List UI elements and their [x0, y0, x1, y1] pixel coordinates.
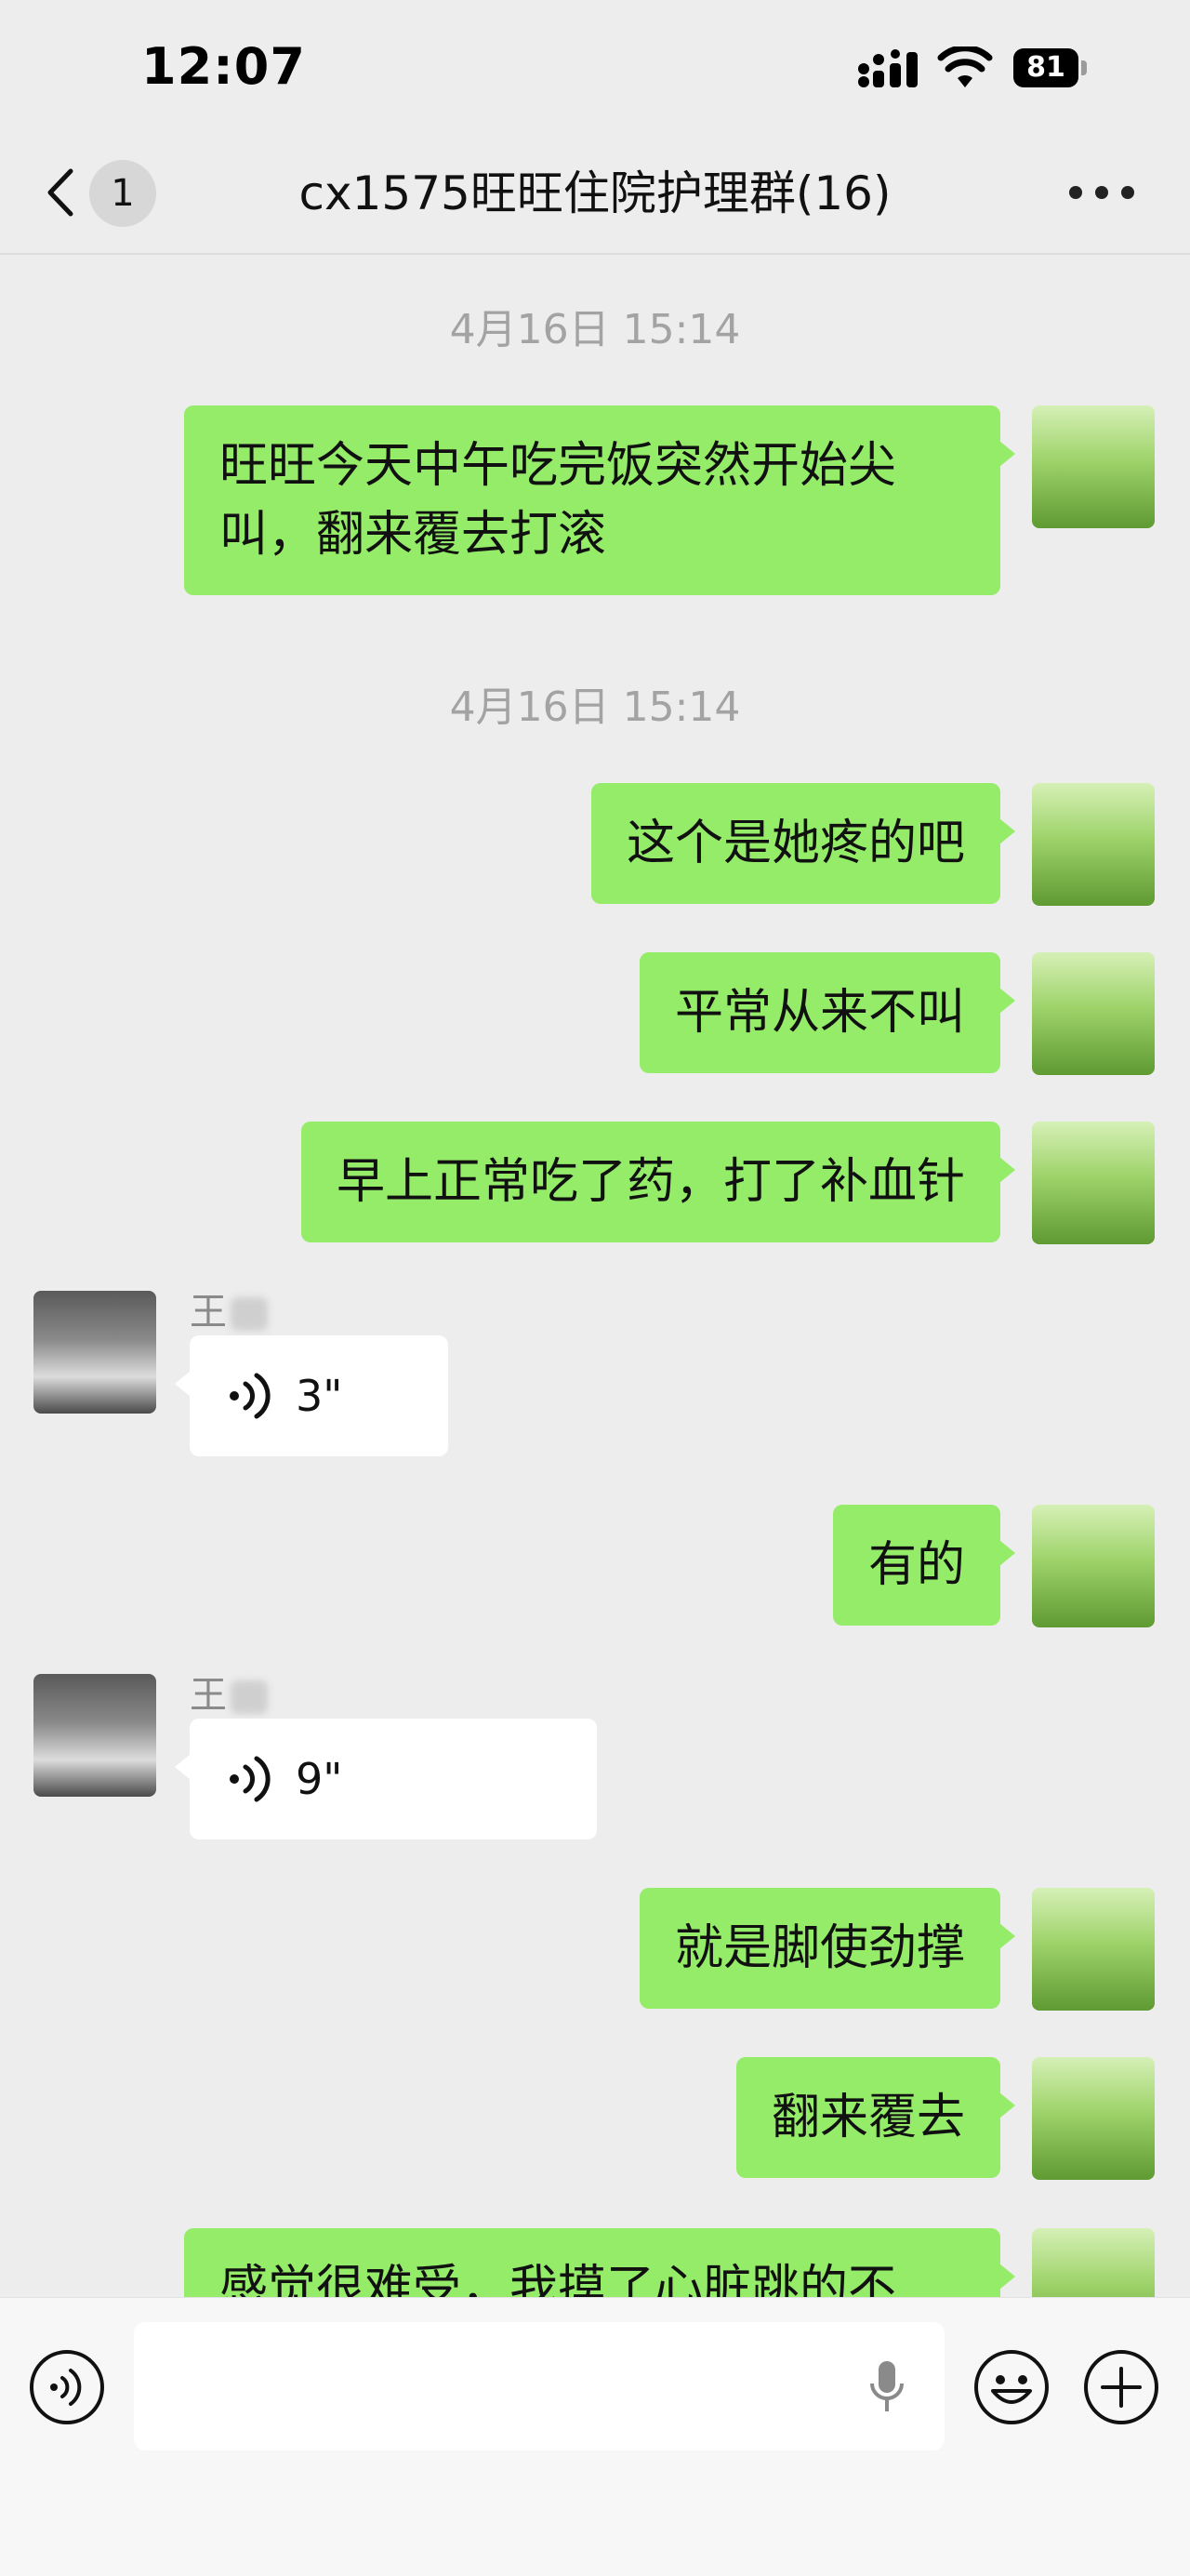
cellular-signal-icon [858, 49, 918, 87]
wifi-icon [937, 46, 993, 87]
chevron-left-icon[interactable] [39, 160, 86, 225]
chat-header: 1 cx1575旺旺住院护理群(16) [0, 139, 1190, 255]
battery-level: 81 [1013, 48, 1078, 87]
sender-avatar[interactable] [33, 1674, 156, 1797]
emoji-icon[interactable] [972, 2348, 1051, 2426]
status-bar: 12:07 81 [0, 0, 1190, 139]
message-bubble-sent[interactable]: 平常从来不叫 [639, 952, 1016, 1073]
message-bubble-sent[interactable]: 这个是她疼的吧 [590, 783, 1016, 904]
voice-message[interactable]: 9" [175, 1719, 597, 1839]
chat-title[interactable]: cx1575旺旺住院护理群(16) [177, 162, 1013, 225]
voice-duration: 9" [296, 1754, 343, 1804]
message-bubble-sent[interactable]: 翻来覆去 [735, 2057, 1016, 2178]
message-input[interactable] [134, 2322, 945, 2450]
sender-name: 王 [190, 1665, 268, 1719]
unread-count-badge[interactable]: 1 [89, 160, 156, 227]
voice-message[interactable]: 3" [175, 1335, 448, 1456]
my-avatar[interactable] [1032, 1888, 1155, 2011]
voice-wave-icon [230, 1756, 271, 1802]
my-avatar[interactable] [1032, 2057, 1155, 2180]
message-bubble-sent[interactable]: 旺旺今天中午吃完饭突然开始尖 叫，翻来覆去打滚 [184, 405, 1015, 595]
plus-icon[interactable] [1082, 2348, 1160, 2426]
my-avatar[interactable] [1032, 405, 1155, 528]
my-avatar[interactable] [1032, 1505, 1155, 1627]
input-bar [0, 2297, 1190, 2576]
mic-icon[interactable] [866, 2357, 907, 2415]
redacted-name [231, 1680, 268, 1714]
message-timestamp: 4月16日 15:14 [449, 684, 741, 731]
my-avatar[interactable] [1032, 783, 1155, 906]
redacted-name [231, 1297, 268, 1331]
sender-name: 王 [190, 1281, 268, 1335]
my-avatar[interactable] [1032, 1122, 1155, 1244]
status-time: 12:07 [141, 37, 306, 96]
message-bubble-sent[interactable]: 早上正常吃了药，打了补血针 [300, 1122, 1016, 1242]
more-dots-icon[interactable] [1069, 186, 1134, 201]
voice-duration: 3" [296, 1371, 343, 1421]
sender-avatar[interactable] [33, 1291, 156, 1414]
voice-toggle-icon[interactable] [28, 2348, 106, 2426]
battery-icon: 81 [1013, 48, 1088, 87]
message-bubble-sent[interactable]: 就是脚使劲撑 [639, 1888, 1016, 2009]
message-bubble-sent[interactable]: 有的 [832, 1505, 1016, 1626]
voice-wave-icon [230, 1373, 271, 1419]
message-timestamp: 4月16日 15:14 [449, 306, 741, 353]
my-avatar[interactable] [1032, 952, 1155, 1075]
